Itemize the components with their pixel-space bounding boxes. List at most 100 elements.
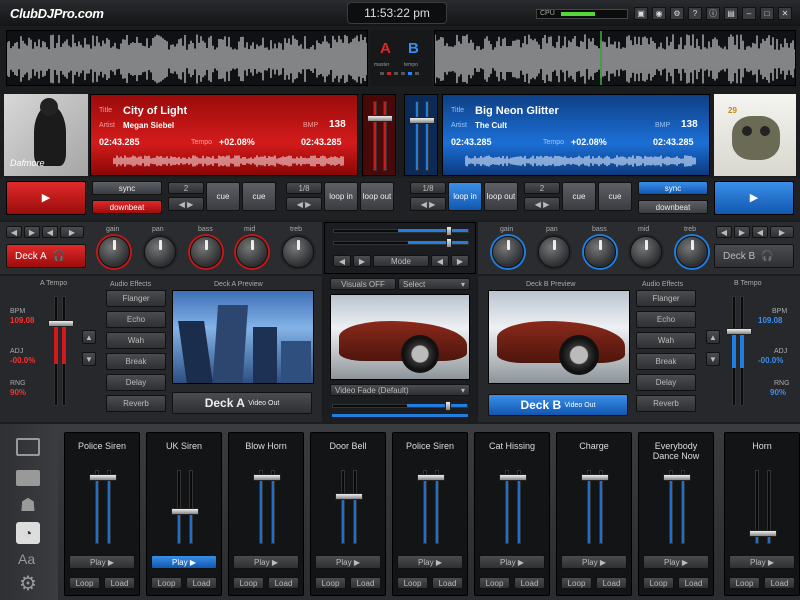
- text-icon[interactable]: Aa: [18, 550, 40, 568]
- mixer-btn-1[interactable]: ◀: [333, 255, 351, 267]
- sample-volume-fader[interactable]: [165, 467, 205, 547]
- sample-play-button[interactable]: Play ▶: [233, 555, 299, 569]
- sample-load-button[interactable]: Load: [514, 577, 545, 589]
- deck-b-mid-knob[interactable]: [630, 236, 662, 268]
- sample-load-button[interactable]: Load: [764, 577, 795, 589]
- folder-icon[interactable]: [16, 470, 40, 486]
- deck-a-cue-button-2[interactable]: cue: [242, 182, 276, 211]
- screen-icon[interactable]: ▤: [724, 7, 738, 20]
- deck-a-overview-waveform[interactable]: [6, 30, 368, 86]
- deck-a-cue-number[interactable]: 2: [168, 182, 204, 194]
- sample-loop-button[interactable]: Loop: [151, 577, 182, 589]
- screen-icon[interactable]: [16, 438, 40, 456]
- deck-a-video-out-button[interactable]: Deck A Video Out: [172, 392, 312, 414]
- sample-volume-fader[interactable]: [743, 467, 783, 547]
- sample-loop-button[interactable]: Loop: [315, 577, 346, 589]
- users-icon[interactable]: ☗: [18, 496, 38, 514]
- deck-a-effect-break-button[interactable]: Break: [106, 353, 166, 370]
- minimize-icon[interactable]: –: [742, 7, 756, 20]
- settings-icon[interactable]: ⚙: [670, 7, 684, 20]
- deck-b-treb-knob[interactable]: [676, 236, 708, 268]
- deck-a-bass-knob[interactable]: [190, 236, 222, 268]
- sample-load-button[interactable]: Load: [596, 577, 627, 589]
- deck-b-select-button[interactable]: Deck B 🎧: [714, 244, 794, 268]
- deck-b-track-waveform[interactable]: [465, 153, 697, 169]
- deck-b-effect-wah-button[interactable]: Wah: [636, 332, 696, 349]
- mixer-fader-bottom[interactable]: [333, 238, 469, 248]
- deck-b-nav-2[interactable]: ▶: [734, 226, 750, 238]
- record-icon[interactable]: ▣: [634, 7, 648, 20]
- sample-loop-button[interactable]: Loop: [233, 577, 264, 589]
- deck-a-downbeat-button[interactable]: downbeat: [92, 200, 162, 214]
- sample-volume-fader[interactable]: [411, 467, 451, 547]
- sample-load-button[interactable]: Load: [678, 577, 709, 589]
- deck-a-loop-out-button[interactable]: loop out: [360, 182, 394, 211]
- deck-b-sync-button[interactable]: sync: [638, 181, 708, 195]
- mixer-btn-3[interactable]: ◀: [431, 255, 449, 267]
- deck-a-track-waveform[interactable]: [113, 153, 345, 169]
- deck-b-gain-knob[interactable]: [492, 236, 524, 268]
- deck-b-letter[interactable]: B: [408, 40, 419, 57]
- deck-b-loop-size[interactable]: ◀ ▶: [410, 197, 446, 211]
- deck-b-loop-number[interactable]: 1/8: [410, 182, 446, 194]
- sample-loop-button[interactable]: Loop: [643, 577, 674, 589]
- deck-a-pitch-slider[interactable]: [362, 94, 396, 176]
- deck-b-tempo-fader[interactable]: [724, 292, 754, 410]
- deck-b-tempo-up[interactable]: ▲: [706, 330, 720, 344]
- deck-a-nav-3[interactable]: ◀: [42, 226, 58, 238]
- deck-b-cue-prev[interactable]: ◀ ▶: [524, 197, 560, 211]
- sample-volume-fader[interactable]: [83, 467, 123, 547]
- deck-b-tempo-down[interactable]: ▼: [706, 352, 720, 366]
- deck-a-nav-2[interactable]: ▶: [24, 226, 40, 238]
- sample-play-button[interactable]: Play ▶: [479, 555, 545, 569]
- video-crossfader[interactable]: [332, 401, 468, 411]
- sample-play-button[interactable]: Play ▶: [643, 555, 709, 569]
- sample-loop-button[interactable]: Loop: [397, 577, 428, 589]
- deck-a-cue-button-1[interactable]: cue: [206, 182, 240, 211]
- rss-icon[interactable]: ◔: [16, 522, 40, 544]
- deck-b-video-out-button[interactable]: Deck B Video Out: [488, 394, 628, 416]
- deck-b-cue-number[interactable]: 2: [524, 182, 560, 194]
- sample-play-button[interactable]: Play ▶: [729, 555, 795, 569]
- mixer-fader-top[interactable]: [333, 226, 469, 236]
- deck-a-effect-echo-button[interactable]: Echo: [106, 311, 166, 328]
- deck-b-cue-button-2[interactable]: cue: [598, 182, 632, 211]
- deck-b-overview-waveform[interactable]: [434, 30, 796, 86]
- sample-loop-button[interactable]: Loop: [729, 577, 760, 589]
- deck-b-nav-4[interactable]: ▶: [770, 226, 794, 238]
- maximize-icon[interactable]: □: [760, 7, 774, 20]
- mixer-btn-4[interactable]: ▶: [451, 255, 469, 267]
- deck-b-video-preview[interactable]: [488, 290, 630, 384]
- layout-icon[interactable]: ◉: [652, 7, 666, 20]
- deck-a-effect-wah-button[interactable]: Wah: [106, 332, 166, 349]
- deck-a-tempo-down[interactable]: ▼: [82, 352, 96, 366]
- deck-b-effect-break-button[interactable]: Break: [636, 353, 696, 370]
- deck-b-play-button[interactable]: ▶: [714, 181, 794, 215]
- mixer-mode-button[interactable]: Mode: [373, 255, 429, 267]
- deck-b-cue-button-1[interactable]: cue: [562, 182, 596, 211]
- deck-b-effect-delay-button[interactable]: Delay: [636, 374, 696, 391]
- sample-load-button[interactable]: Load: [186, 577, 217, 589]
- sample-play-button[interactable]: Play ▶: [315, 555, 381, 569]
- deck-a-effect-delay-button[interactable]: Delay: [106, 374, 166, 391]
- deck-a-album-art[interactable]: Dafmore: [4, 94, 88, 176]
- sample-loop-button[interactable]: Loop: [69, 577, 100, 589]
- deck-a-video-preview[interactable]: [172, 290, 314, 384]
- sample-play-button[interactable]: Play ▶: [69, 555, 135, 569]
- sample-volume-fader[interactable]: [657, 467, 697, 547]
- deck-a-loop-in-button[interactable]: loop in: [324, 182, 358, 211]
- deck-b-loop-in-button[interactable]: loop in: [448, 182, 482, 211]
- deck-a-effect-reverb-button[interactable]: Reverb: [106, 395, 166, 412]
- close-icon[interactable]: ✕: [778, 7, 792, 20]
- sample-load-button[interactable]: Load: [104, 577, 135, 589]
- deck-b-pitch-slider[interactable]: [404, 94, 438, 176]
- deck-a-effect-flanger-button[interactable]: Flanger: [106, 290, 166, 307]
- deck-a-nav-4[interactable]: ▶: [60, 226, 84, 238]
- master-video-preview[interactable]: [330, 294, 470, 380]
- deck-a-mid-knob[interactable]: [236, 236, 268, 268]
- deck-b-effect-reverb-button[interactable]: Reverb: [636, 395, 696, 412]
- deck-a-nav-1[interactable]: ◀: [6, 226, 22, 238]
- deck-a-select-button[interactable]: Deck A 🎧: [6, 244, 86, 268]
- deck-b-nav-3[interactable]: ◀: [752, 226, 768, 238]
- deck-b-pan-knob[interactable]: [538, 236, 570, 268]
